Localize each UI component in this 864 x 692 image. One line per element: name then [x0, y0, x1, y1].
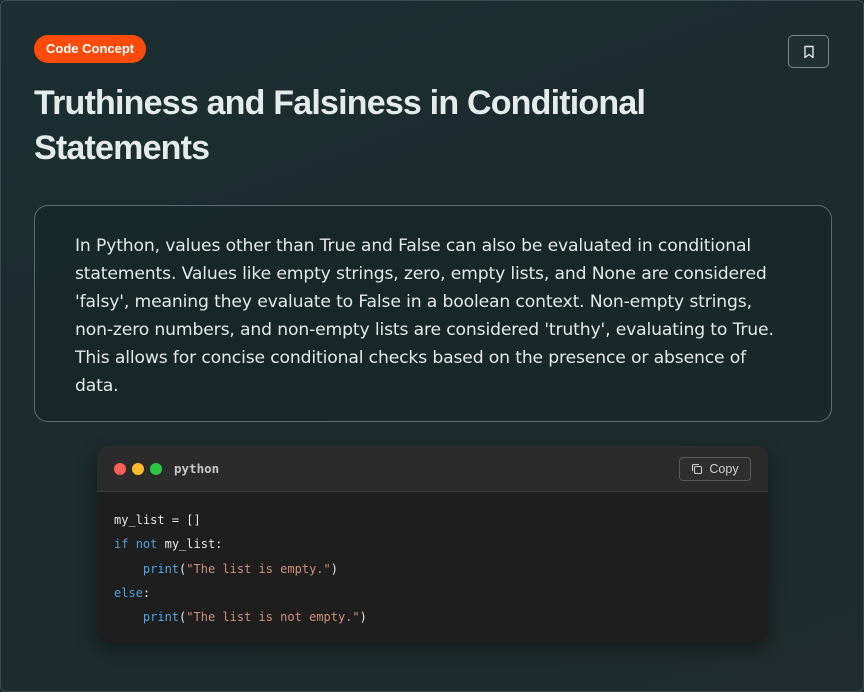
concept-card: Code Concept Truthiness and Falsiness in…	[0, 0, 864, 692]
code-content: my_list = [] if not my_list: print("The …	[114, 513, 367, 625]
description-text: In Python, values other than True and Fa…	[75, 236, 774, 396]
keyword-else: else	[114, 585, 143, 600]
page-title: Truthiness and Falsiness in Conditional …	[34, 84, 646, 167]
bookmark-button[interactable]	[788, 35, 829, 68]
category-badge: Code Concept	[34, 35, 147, 63]
function-print: print	[142, 610, 180, 625]
window-maximize-dot	[150, 463, 162, 475]
code-header: python Copy	[97, 446, 768, 492]
bookmark-icon	[803, 45, 815, 59]
code-line-2-rest: my_list:	[157, 537, 223, 552]
window-close-dot	[114, 463, 126, 475]
string-literal-not-empty: "The list is not empty."	[186, 610, 360, 625]
window-minimize-dot	[132, 463, 144, 475]
function-print: print	[142, 561, 180, 576]
copy-button[interactable]: Copy	[679, 457, 751, 481]
copy-icon	[691, 463, 703, 475]
copy-button-label: Copy	[709, 462, 739, 476]
description-box: In Python, values other than True and Fa…	[34, 205, 832, 422]
code-line-1: my_list = []	[114, 513, 201, 527]
code-line-4-rest: :	[142, 585, 151, 600]
code-language-label: python	[174, 461, 220, 476]
keyword-if: if	[114, 537, 129, 552]
keyword-not: not	[135, 537, 158, 552]
code-block: python Copy my_list = [] if not my_list:…	[97, 446, 768, 643]
string-literal-empty: "The list is empty."	[186, 561, 331, 576]
